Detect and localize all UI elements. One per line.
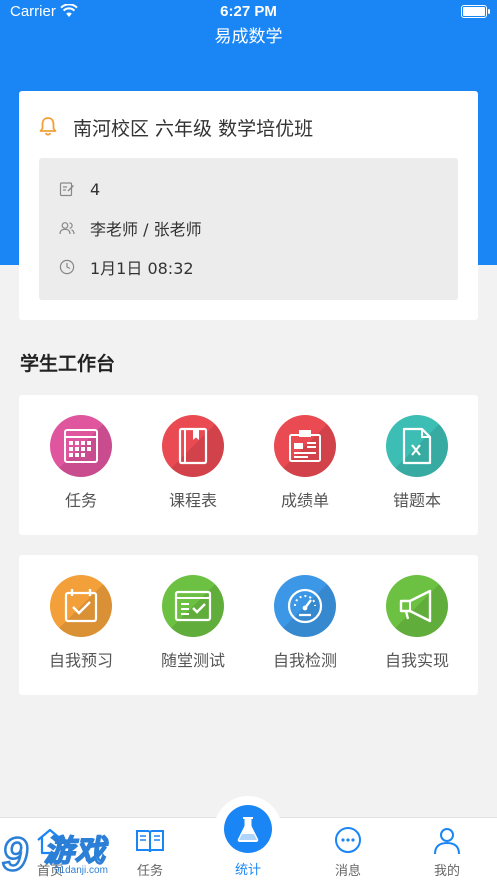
person-icon bbox=[434, 828, 460, 855]
tab-mine[interactable]: 我的 bbox=[397, 818, 497, 883]
battery-icon bbox=[461, 5, 490, 18]
watermark-prefix: 9 bbox=[2, 828, 28, 880]
tool-report-card[interactable]: 成绩单 bbox=[249, 415, 361, 525]
status-bar: Carrier 6:27 PM bbox=[0, 0, 497, 24]
x-document-icon bbox=[386, 415, 448, 477]
tool-mistake-book[interactable]: 错题本 bbox=[361, 415, 473, 525]
workbench-row-2: 自我预习 随堂测试 自我检测 自我实现 bbox=[19, 555, 478, 695]
tab-stats-label: 统计 bbox=[234, 863, 261, 878]
tool-label: 错题本 bbox=[392, 491, 441, 510]
tool-tasks[interactable]: 任务 bbox=[25, 415, 137, 525]
class-info-box: 4 李老师 / 张老师 1月1日 08:32 bbox=[39, 158, 458, 300]
tool-label: 任务 bbox=[64, 491, 97, 510]
report-clipboard-icon bbox=[274, 415, 336, 477]
calendar-check-icon bbox=[50, 575, 112, 637]
clock-icon bbox=[59, 259, 75, 275]
class-name: 南河校区 六年级 数学培优班 bbox=[73, 118, 314, 140]
flask-icon bbox=[237, 817, 259, 842]
time-row: 1月1日 08:32 bbox=[59, 256, 194, 278]
tool-self-realization[interactable]: 自我实现 bbox=[361, 575, 473, 685]
megaphone-icon bbox=[386, 575, 448, 637]
tool-label: 自我实现 bbox=[384, 651, 449, 670]
lesson-edit-icon bbox=[59, 182, 74, 197]
watermark-site: 91danji.com bbox=[54, 865, 108, 876]
tab-messages[interactable]: 消息 bbox=[298, 818, 398, 883]
class-time: 1月1日 08:32 bbox=[90, 259, 194, 278]
tool-self-test[interactable]: 自我检测 bbox=[249, 575, 361, 685]
bell-icon bbox=[39, 117, 57, 136]
tab-stats[interactable] bbox=[224, 805, 272, 853]
chat-bubble-icon bbox=[335, 827, 361, 853]
tool-self-preview[interactable]: 自我预习 bbox=[25, 575, 137, 685]
people-icon bbox=[59, 222, 75, 235]
tab-label: 消息 bbox=[334, 864, 361, 879]
tool-label: 成绩单 bbox=[280, 491, 329, 510]
workbench-title: 学生工作台 bbox=[20, 353, 116, 375]
tool-schedule[interactable]: 课程表 bbox=[137, 415, 249, 525]
tool-label: 自我预习 bbox=[48, 651, 113, 670]
tool-class-quiz[interactable]: 随堂测试 bbox=[137, 575, 249, 685]
checklist-icon bbox=[162, 575, 224, 637]
calendar-grid-icon bbox=[50, 415, 112, 477]
class-card[interactable]: 南河校区 六年级 数学培优班 4 李老师 / 张老师 1月1日 08:32 bbox=[19, 91, 478, 320]
tool-label: 课程表 bbox=[168, 491, 217, 510]
lesson-count: 4 bbox=[90, 179, 101, 199]
speedometer-icon bbox=[274, 575, 336, 637]
book-icon bbox=[162, 415, 224, 477]
watermark-text: 游戏 bbox=[43, 833, 106, 870]
teachers-row: 李老师 / 张老师 bbox=[59, 217, 202, 239]
tool-label: 随堂测试 bbox=[160, 651, 225, 670]
teachers: 李老师 / 张老师 bbox=[90, 220, 202, 239]
tab-label: 我的 bbox=[433, 864, 460, 879]
workbench-row-1: 任务 课程表 成绩单 错题本 bbox=[19, 395, 478, 535]
app-title: 易成数学 bbox=[214, 27, 283, 47]
lesson-count-row: 4 bbox=[59, 178, 100, 200]
tool-label: 自我检测 bbox=[272, 651, 337, 670]
clock: 6:27 PM bbox=[220, 3, 277, 20]
